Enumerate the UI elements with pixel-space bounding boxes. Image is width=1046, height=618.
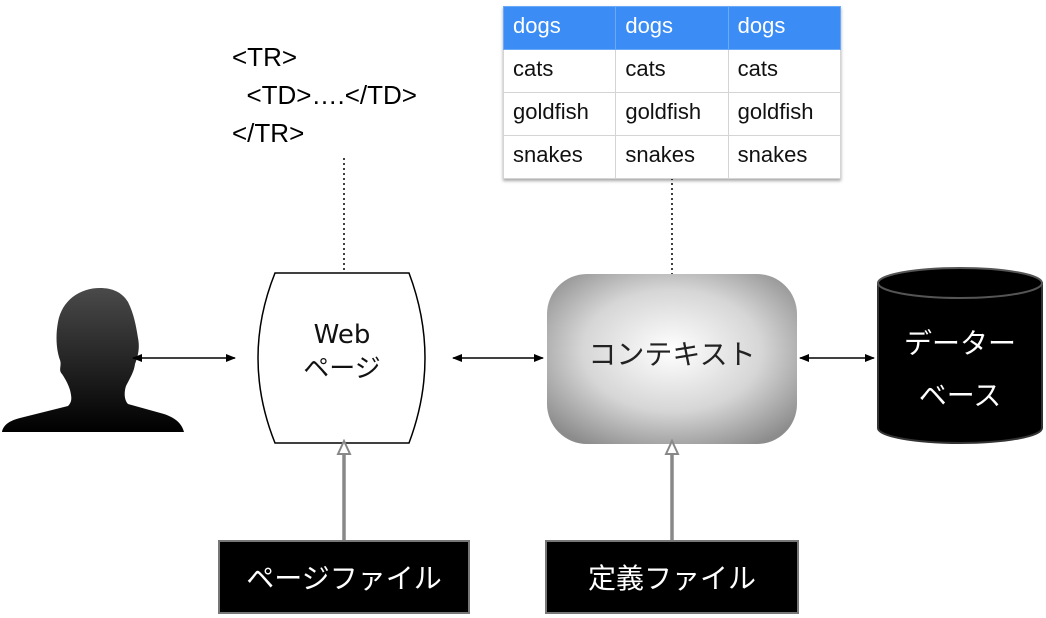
database-label-line2: ベース (918, 379, 1002, 412)
table-header-cell: dogs (615, 6, 729, 50)
table-header-row: dogs dogs dogs (502, 6, 842, 50)
context-label: コンテキスト (588, 338, 756, 371)
database-label: データー ベース (880, 318, 1040, 422)
table-cell: goldfish (502, 92, 617, 136)
table-cell: cats (502, 49, 617, 93)
user-silhouette-icon (2, 288, 184, 432)
web-page-label-line2: ページ (303, 354, 381, 384)
table-cell: goldfish (615, 92, 729, 136)
table-row: goldfish goldfish goldfish (502, 92, 842, 136)
table-cell: cats (615, 49, 729, 93)
page-file-box: ページファイル (218, 540, 470, 614)
sample-data-table: dogs dogs dogs cats cats cats goldfish g… (502, 6, 842, 179)
code-line: <TR> (232, 42, 298, 72)
code-line: </TR> (232, 118, 305, 148)
table-header-cell: dogs (502, 6, 617, 50)
table-cell: snakes (615, 135, 729, 179)
table-cell: snakes (727, 135, 842, 179)
table-row: snakes snakes snakes (502, 135, 842, 179)
html-code-snippet: <TR> <TD>….</TD> </TR> (232, 38, 417, 152)
web-page-label: Web ページ (244, 318, 440, 386)
table-cell: goldfish (727, 92, 842, 136)
table-header-cell: dogs (727, 6, 842, 50)
definition-file-box: 定義ファイル (545, 540, 799, 614)
table-cell: cats (727, 49, 842, 93)
code-line: <TD>….</TD> (232, 80, 417, 110)
table-cell: snakes (502, 135, 617, 179)
table-row: cats cats cats (502, 49, 842, 93)
database-label-line1: データー (903, 327, 1016, 360)
web-page-label-line1: Web (313, 320, 371, 350)
